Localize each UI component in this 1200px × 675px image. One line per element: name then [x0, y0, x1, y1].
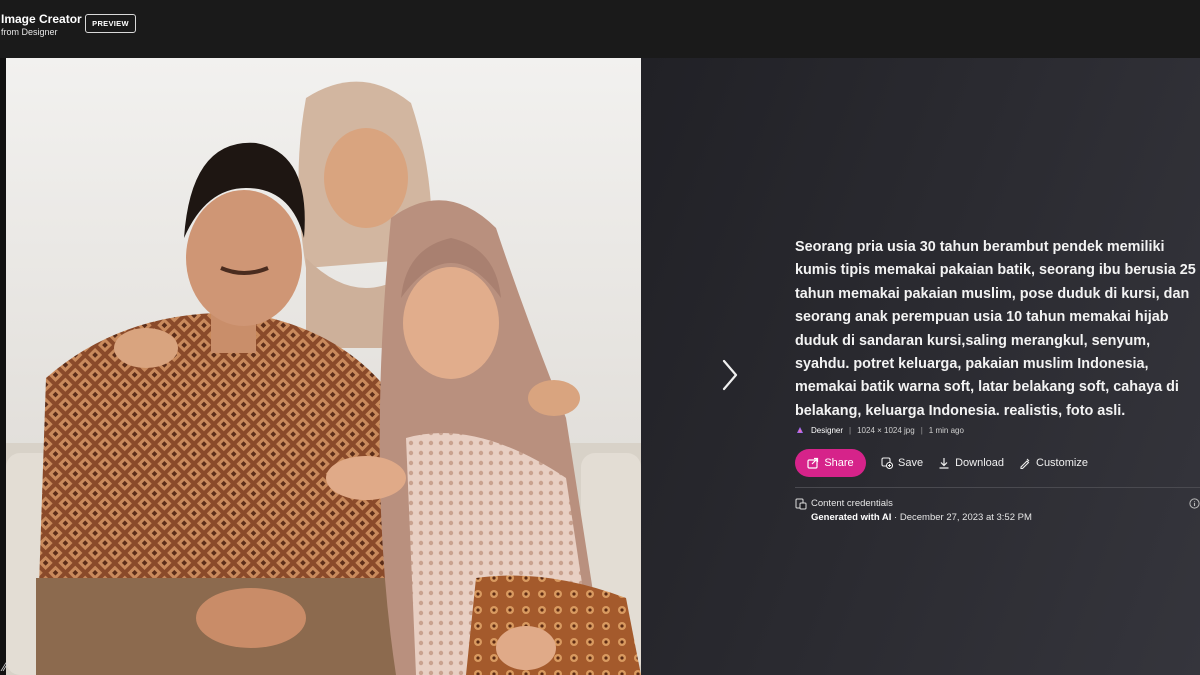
- credentials-icon: [795, 498, 807, 509]
- action-bar: Share Save Download Customize: [795, 449, 1088, 477]
- meta-time: 1 min ago: [928, 425, 964, 435]
- app-title: Image Creator: [1, 12, 82, 26]
- meta-separator: |: [849, 425, 852, 435]
- image-meta: Designer | 1024 × 1024 jpg | 1 min ago: [795, 423, 964, 437]
- meta-source: Designer: [811, 425, 844, 435]
- credentials-label: Content credentials: [811, 498, 893, 509]
- download-button[interactable]: Download: [938, 457, 1004, 469]
- download-label: Download: [955, 457, 1004, 469]
- meta-separator: |: [920, 425, 923, 435]
- app-header: Image Creator from Designer PREVIEW: [0, 0, 1200, 58]
- meta-size: 1024 × 1024 jpg: [857, 425, 915, 435]
- app-subtitle: from Designer: [1, 27, 58, 37]
- chevron-right-icon: [722, 359, 738, 391]
- prompt-text: Seorang pria usia 30 tahun berambut pend…: [795, 239, 1196, 419]
- generated-image[interactable]: [6, 58, 641, 675]
- customize-button[interactable]: Customize: [1019, 457, 1088, 469]
- image-icon: ⁄⁄: [3, 660, 8, 674]
- customize-label: Customize: [1036, 457, 1088, 469]
- designer-icon: [797, 427, 803, 433]
- next-image-button[interactable]: [712, 355, 748, 395]
- share-icon: [807, 457, 819, 469]
- save-collection-icon: [881, 457, 893, 469]
- credentials-date: · December 27, 2023 at 3:52 PM: [891, 512, 1032, 523]
- brand[interactable]: Image Creator from Designer: [1, 12, 82, 38]
- share-label: Share: [824, 457, 854, 469]
- content-credentials: Content credentials Generated with AI · …: [795, 497, 1200, 523]
- family-portrait-illustration: [6, 58, 641, 675]
- divider: [795, 487, 1200, 488]
- customize-icon: [1020, 458, 1030, 469]
- save-label: Save: [898, 457, 924, 469]
- save-button[interactable]: Save: [881, 457, 923, 469]
- generated-with-ai: Generated with AI: [811, 512, 892, 523]
- info-icon[interactable]: [1189, 498, 1200, 509]
- preview-badge[interactable]: PREVIEW: [85, 14, 136, 33]
- download-icon: [939, 458, 949, 469]
- share-button[interactable]: Share: [795, 449, 866, 477]
